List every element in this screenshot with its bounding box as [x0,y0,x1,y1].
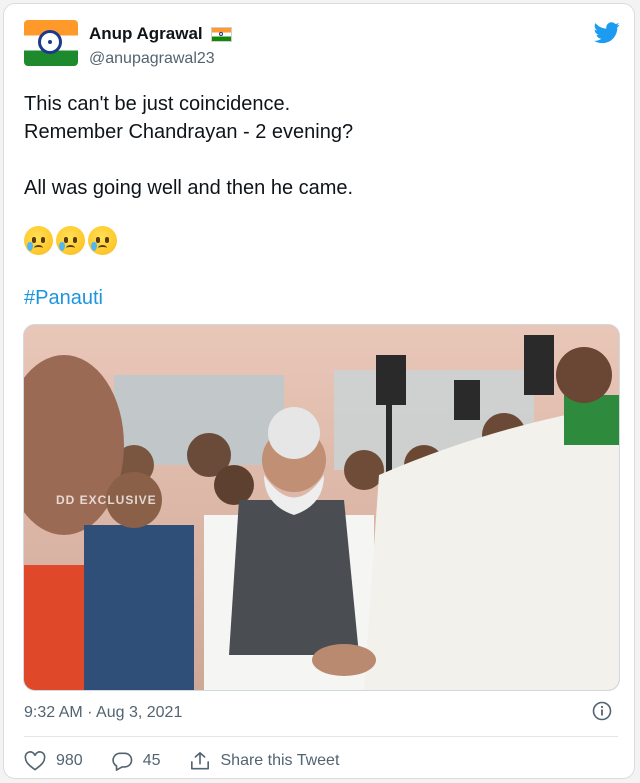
tweet-video[interactable]: DD EXCLUSIVE [23,324,620,691]
like-count: 980 [56,752,83,769]
reply-count: 45 [142,752,161,769]
twitter-bird-icon[interactable] [594,22,620,44]
hashtag-link[interactable]: #Panauti [24,287,103,310]
tweet-timestamp[interactable]: 9:32 AM · Aug 3, 2021 [24,704,182,722]
tweet-text: This can't be just coincidence. Remember… [24,90,614,202]
reply-button[interactable]: 45 [111,751,161,771]
india-flag-icon [210,26,232,42]
like-button[interactable]: 980 [24,751,83,771]
crying-face-icon [56,226,85,255]
crying-face-icon [88,226,117,255]
author-handle[interactable]: @anupagrawal23 [89,50,215,68]
share-button[interactable]: Share this Tweet [189,751,340,771]
video-frame [24,325,619,690]
tweet-card: Anup Agrawal @anupagrawal23 This can't b… [3,3,635,779]
info-icon[interactable] [592,701,612,721]
reply-bubble-icon [112,752,133,771]
action-bar: 980 45 Share this Tweet [24,749,367,773]
tweet-header: Anup Agrawal @anupagrawal23 [24,20,620,72]
author-name[interactable]: Anup Agrawal [89,24,203,44]
avatar[interactable] [24,20,78,66]
author-name-row[interactable]: Anup Agrawal [89,24,232,44]
tweet-text-line: All was going well and then he came. [24,177,354,199]
heart-icon [24,751,46,771]
tweet-text-line: This can't be just coincidence. [24,93,291,115]
tweet-text-line: Remember Chandrayan - 2 evening? [24,121,354,143]
video-watermark: DD EXCLUSIVE [56,493,157,507]
ashoka-chakra-icon [38,30,62,54]
share-label: Share this Tweet [220,752,340,769]
crying-face-icon [24,226,53,255]
divider [24,736,618,737]
emoji-row [24,226,117,255]
share-icon [190,752,209,770]
